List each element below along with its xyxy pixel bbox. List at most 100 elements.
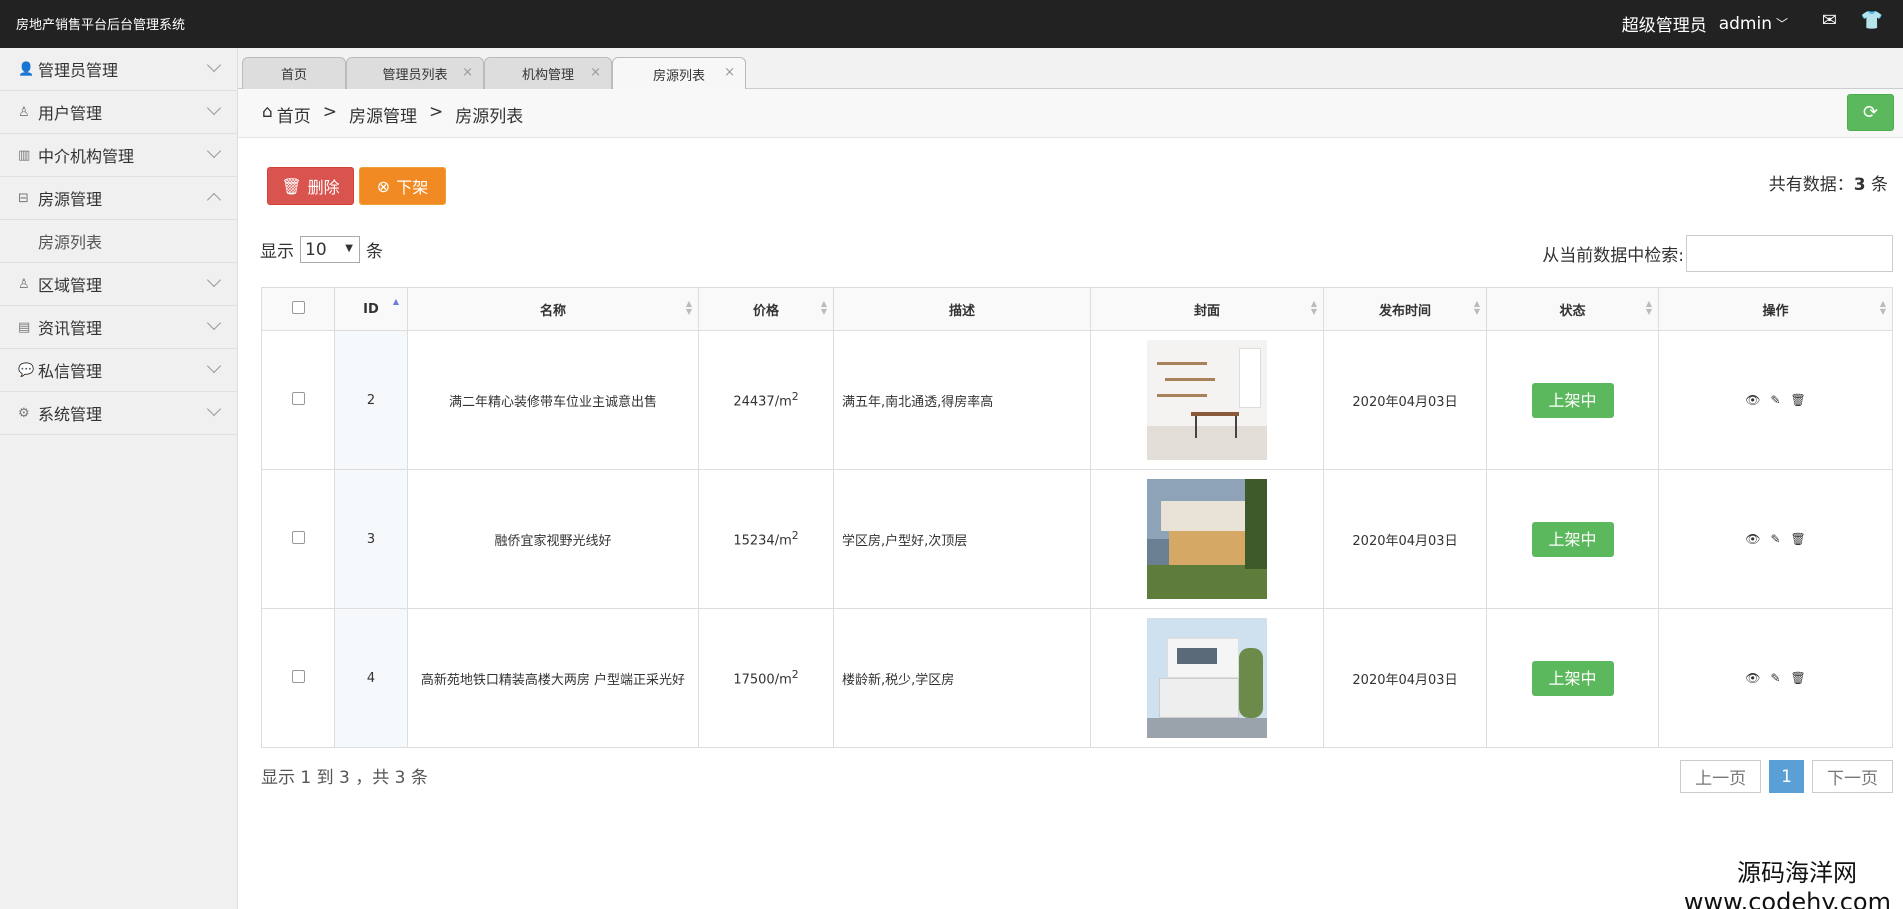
row-select bbox=[261, 330, 335, 470]
cell-desc: 学区房,户型好,次顶层 bbox=[833, 469, 1091, 609]
next-page-button[interactable]: 下一页 bbox=[1812, 760, 1893, 793]
tab-label: 房源列表 bbox=[652, 68, 705, 84]
gear-icon: ⚙ bbox=[18, 405, 30, 421]
sidebar-item-users[interactable]: ♙ 用户管理 bbox=[0, 91, 237, 134]
tab-listings[interactable]: 房源列表 × bbox=[612, 57, 746, 90]
user-role: 超级管理员 bbox=[1621, 16, 1707, 36]
col-label: 封面 bbox=[1193, 303, 1220, 319]
chat-icon: 💬 bbox=[18, 362, 35, 378]
sidebar: 👤 管理员管理 ♙ 用户管理 ▥ 中介机构管理 ⊟ 房源管理 房源列表 ♙ 区域管理 ▤ 资… bbox=[0, 48, 238, 909]
breadcrumb-level1[interactable]: 房源管理 bbox=[349, 102, 417, 127]
edit-icon[interactable]: ✎ bbox=[1770, 393, 1780, 407]
price-unit-sup: 2 bbox=[791, 668, 799, 682]
view-icon[interactable]: 👁 bbox=[1745, 532, 1760, 546]
cell-date: 2020年04月03日 bbox=[1323, 330, 1487, 470]
shirt-icon[interactable]: 👕 bbox=[1861, 10, 1883, 31]
col-status[interactable]: 状态 ▲ ▼ bbox=[1486, 287, 1659, 331]
delete-button[interactable]: 🗑 删除 bbox=[267, 167, 354, 205]
row-checkbox[interactable] bbox=[291, 391, 305, 405]
tab-label: 管理员列表 bbox=[382, 68, 448, 83]
trash-icon[interactable]: 🗑 bbox=[1791, 532, 1806, 546]
total-prefix: 共有数据： bbox=[1768, 175, 1854, 195]
user-menu[interactable]: 超级管理员 admin ﹀ bbox=[1621, 11, 1788, 37]
page-button-current[interactable]: 1 bbox=[1769, 760, 1804, 793]
select-all-header bbox=[261, 287, 335, 331]
search-input[interactable] bbox=[1686, 235, 1893, 272]
show-suffix: 条 bbox=[366, 242, 383, 262]
row-select bbox=[261, 608, 335, 748]
breadcrumb-level2: 房源列表 bbox=[455, 107, 524, 127]
chevron-down-icon bbox=[206, 401, 222, 417]
edit-icon[interactable]: ✎ bbox=[1770, 671, 1780, 685]
username[interactable]: admin bbox=[1719, 14, 1772, 34]
select-all-checkbox[interactable] bbox=[291, 300, 305, 314]
close-icon[interactable]: × bbox=[724, 65, 735, 80]
cell-price: 15234/m2 bbox=[698, 469, 834, 609]
sidebar-subitem-listing-list[interactable]: 房源列表 bbox=[0, 220, 237, 263]
refresh-button[interactable]: ⟳ bbox=[1847, 94, 1894, 131]
cell-status: 上架中 bbox=[1486, 608, 1659, 748]
tab-agencies[interactable]: 机构管理 × bbox=[484, 57, 612, 89]
cell-actions: 👁 ✎ 🗑 bbox=[1658, 608, 1893, 748]
page-size-select[interactable]: 10 ▼ bbox=[300, 236, 360, 263]
sidebar-item-news[interactable]: ▤ 资讯管理 bbox=[0, 306, 237, 349]
cell-date: 2020年04月03日 bbox=[1323, 469, 1487, 609]
trash-icon[interactable]: 🗑 bbox=[1791, 393, 1806, 407]
cancel-circle-icon: ⊗ bbox=[376, 176, 391, 196]
chevron-down-icon bbox=[206, 143, 222, 159]
view-icon[interactable]: 👁 bbox=[1745, 671, 1760, 685]
sidebar-item-label: 私信管理 bbox=[38, 362, 103, 381]
status-badge[interactable]: 上架中 bbox=[1531, 660, 1614, 696]
close-icon[interactable]: × bbox=[462, 65, 473, 80]
cell-status: 上架中 bbox=[1486, 330, 1659, 470]
sort-asc-icon: ▲ bbox=[392, 297, 399, 306]
close-icon[interactable]: × bbox=[590, 65, 601, 80]
tab-home[interactable]: 首页 bbox=[242, 57, 346, 89]
price-unit-sup: 2 bbox=[791, 529, 799, 543]
tab-admin-list[interactable]: 管理员列表 × bbox=[346, 57, 484, 89]
breadcrumb: ⌂ 首页 > 房源管理 > 房源列表 bbox=[262, 102, 523, 127]
breadcrumb-home[interactable]: 首页 bbox=[277, 102, 311, 127]
col-price[interactable]: 价格 ▲ ▼ bbox=[698, 287, 834, 331]
search-control: 从当前数据中检索: bbox=[1542, 235, 1893, 272]
offshelf-button[interactable]: ⊗ 下架 bbox=[359, 167, 446, 205]
sidebar-item-admins[interactable]: 👤 管理员管理 bbox=[0, 48, 237, 91]
col-date[interactable]: 发布时间 ▲ ▼ bbox=[1323, 287, 1487, 331]
col-desc: 描述 bbox=[833, 287, 1091, 331]
mail-icon[interactable]: ✉ bbox=[1822, 10, 1837, 31]
cell-id: 4 bbox=[334, 608, 408, 748]
sidebar-item-label: 中介机构管理 bbox=[38, 147, 135, 166]
sidebar-item-regions[interactable]: ♙ 区域管理 bbox=[0, 263, 237, 306]
row-select bbox=[261, 469, 335, 609]
prev-page-button[interactable]: 上一页 bbox=[1680, 760, 1762, 793]
total-suffix: 条 bbox=[1871, 175, 1888, 195]
col-actions[interactable]: 操作 ▲ ▼ bbox=[1658, 287, 1893, 331]
status-badge[interactable]: 上架中 bbox=[1531, 382, 1614, 418]
cell-cover bbox=[1090, 608, 1324, 748]
col-cover[interactable]: 封面 ▲ ▼ bbox=[1090, 287, 1324, 331]
sidebar-item-listings[interactable]: ⊟ 房源管理 bbox=[0, 177, 237, 220]
col-name[interactable]: 名称 ▲ ▼ bbox=[407, 287, 699, 331]
edit-icon[interactable]: ✎ bbox=[1770, 532, 1780, 546]
row-checkbox[interactable] bbox=[291, 530, 305, 544]
chevron-down-icon bbox=[206, 57, 222, 73]
col-label: 状态 bbox=[1559, 303, 1586, 319]
breadcrumb-separator: > bbox=[322, 102, 338, 122]
sidebar-item-label: 系统管理 bbox=[38, 405, 103, 424]
chevron-down-icon[interactable]: ﹀ bbox=[1776, 15, 1788, 32]
sidebar-item-agencies[interactable]: ▥ 中介机构管理 bbox=[0, 134, 237, 177]
row-checkbox[interactable] bbox=[291, 669, 305, 683]
cell-desc: 楼龄新,税少,学区房 bbox=[833, 608, 1091, 748]
trash-icon: 🗑 bbox=[281, 176, 302, 196]
cover-image bbox=[1147, 618, 1267, 738]
col-id[interactable]: ID ▲ bbox=[334, 287, 408, 331]
trash-icon[interactable]: 🗑 bbox=[1791, 671, 1806, 685]
status-badge[interactable]: 上架中 bbox=[1531, 521, 1614, 557]
sort-icon: ▲ ▼ bbox=[685, 299, 692, 316]
view-icon[interactable]: 👁 bbox=[1745, 393, 1760, 407]
sidebar-item-system[interactable]: ⚙ 系统管理 bbox=[0, 392, 237, 435]
col-label: 发布时间 bbox=[1378, 303, 1431, 319]
breadcrumb-bar: ⌂ 首页 > 房源管理 > 房源列表 ⟳ bbox=[238, 89, 1903, 138]
sidebar-item-label: 管理员管理 bbox=[38, 61, 119, 80]
sidebar-item-messages[interactable]: 💬 私信管理 bbox=[0, 349, 237, 392]
